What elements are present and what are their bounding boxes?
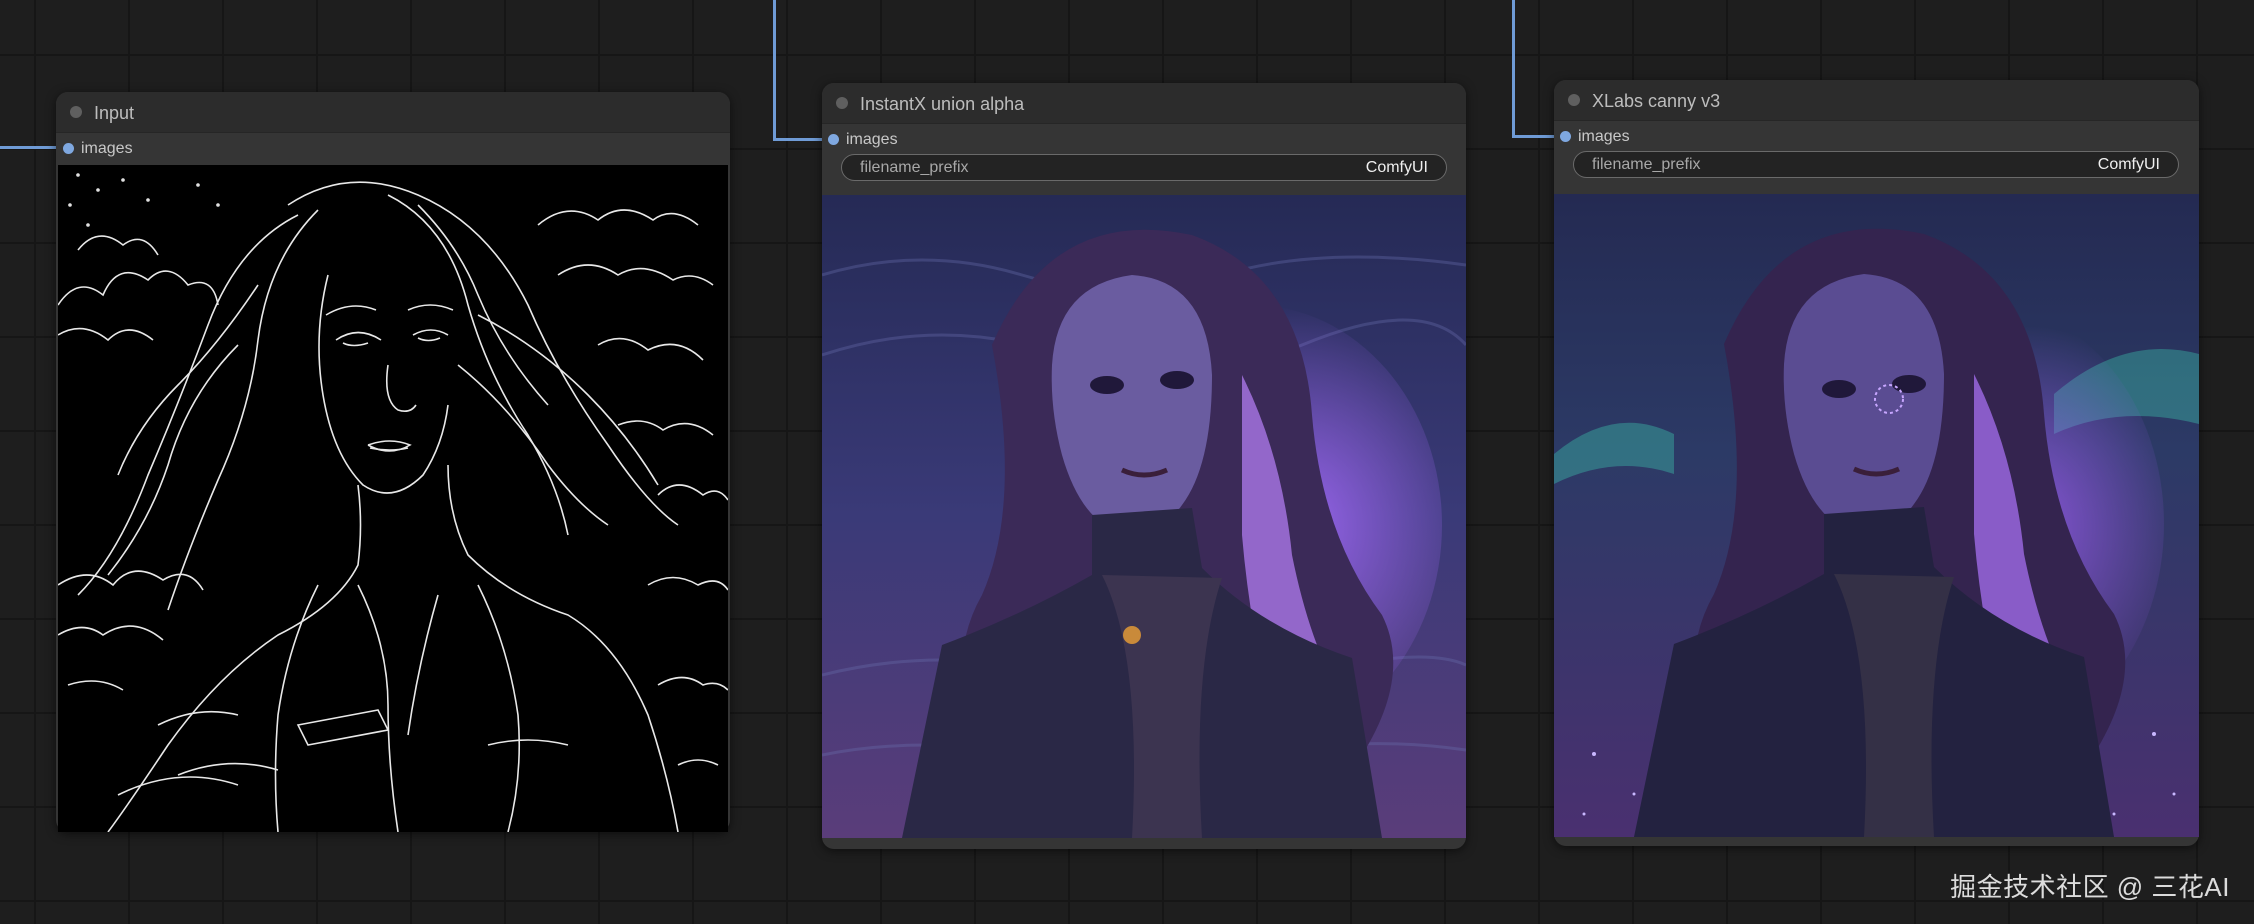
node-header[interactable]: InstantX union alpha bbox=[822, 83, 1466, 124]
image-preview-canny-edges bbox=[58, 165, 728, 832]
input-slot-images-label: images bbox=[81, 140, 133, 157]
input-slot-images-dot[interactable] bbox=[828, 134, 839, 145]
widget-value: ComfyUI bbox=[1365, 159, 1428, 176]
collapse-dot-icon[interactable] bbox=[70, 106, 82, 118]
node-header[interactable]: Input bbox=[56, 92, 730, 133]
input-slot-images-dot[interactable] bbox=[63, 143, 74, 154]
widget-value: ComfyUI bbox=[2097, 156, 2160, 173]
link-wire-xlabs-vertical bbox=[1512, 0, 1515, 138]
node-xlabs-canny-v3[interactable]: XLabs canny v3 images filename_prefix Co… bbox=[1554, 80, 2199, 846]
node-input[interactable]: Input images bbox=[56, 92, 730, 832]
filename-prefix-field[interactable]: filename_prefix ComfyUI bbox=[1573, 151, 2179, 178]
node-header[interactable]: XLabs canny v3 bbox=[1554, 80, 2199, 121]
link-wire-input bbox=[0, 146, 56, 149]
widget-name: filename_prefix bbox=[1592, 156, 1701, 173]
input-slot-images-label: images bbox=[846, 131, 898, 148]
link-wire-union-vertical bbox=[773, 0, 776, 141]
image-preview-xlabs bbox=[1554, 194, 2199, 837]
node-instantx-union-alpha[interactable]: InstantX union alpha images filename_pre… bbox=[822, 83, 1466, 849]
watermark-text: 掘金技术社区 @ 三花AI bbox=[1950, 872, 2230, 902]
node-title: InstantX union alpha bbox=[860, 94, 1025, 114]
collapse-dot-icon[interactable] bbox=[836, 97, 848, 109]
widget-name: filename_prefix bbox=[860, 159, 969, 176]
collapse-dot-icon[interactable] bbox=[1568, 94, 1580, 106]
input-slot-images-label: images bbox=[1578, 128, 1630, 145]
node-title: Input bbox=[94, 103, 135, 123]
node-title: XLabs canny v3 bbox=[1592, 91, 1721, 111]
filename-prefix-field[interactable]: filename_prefix ComfyUI bbox=[841, 154, 1447, 181]
image-preview-instantx bbox=[822, 195, 1466, 838]
input-slot-images-dot[interactable] bbox=[1560, 131, 1571, 142]
